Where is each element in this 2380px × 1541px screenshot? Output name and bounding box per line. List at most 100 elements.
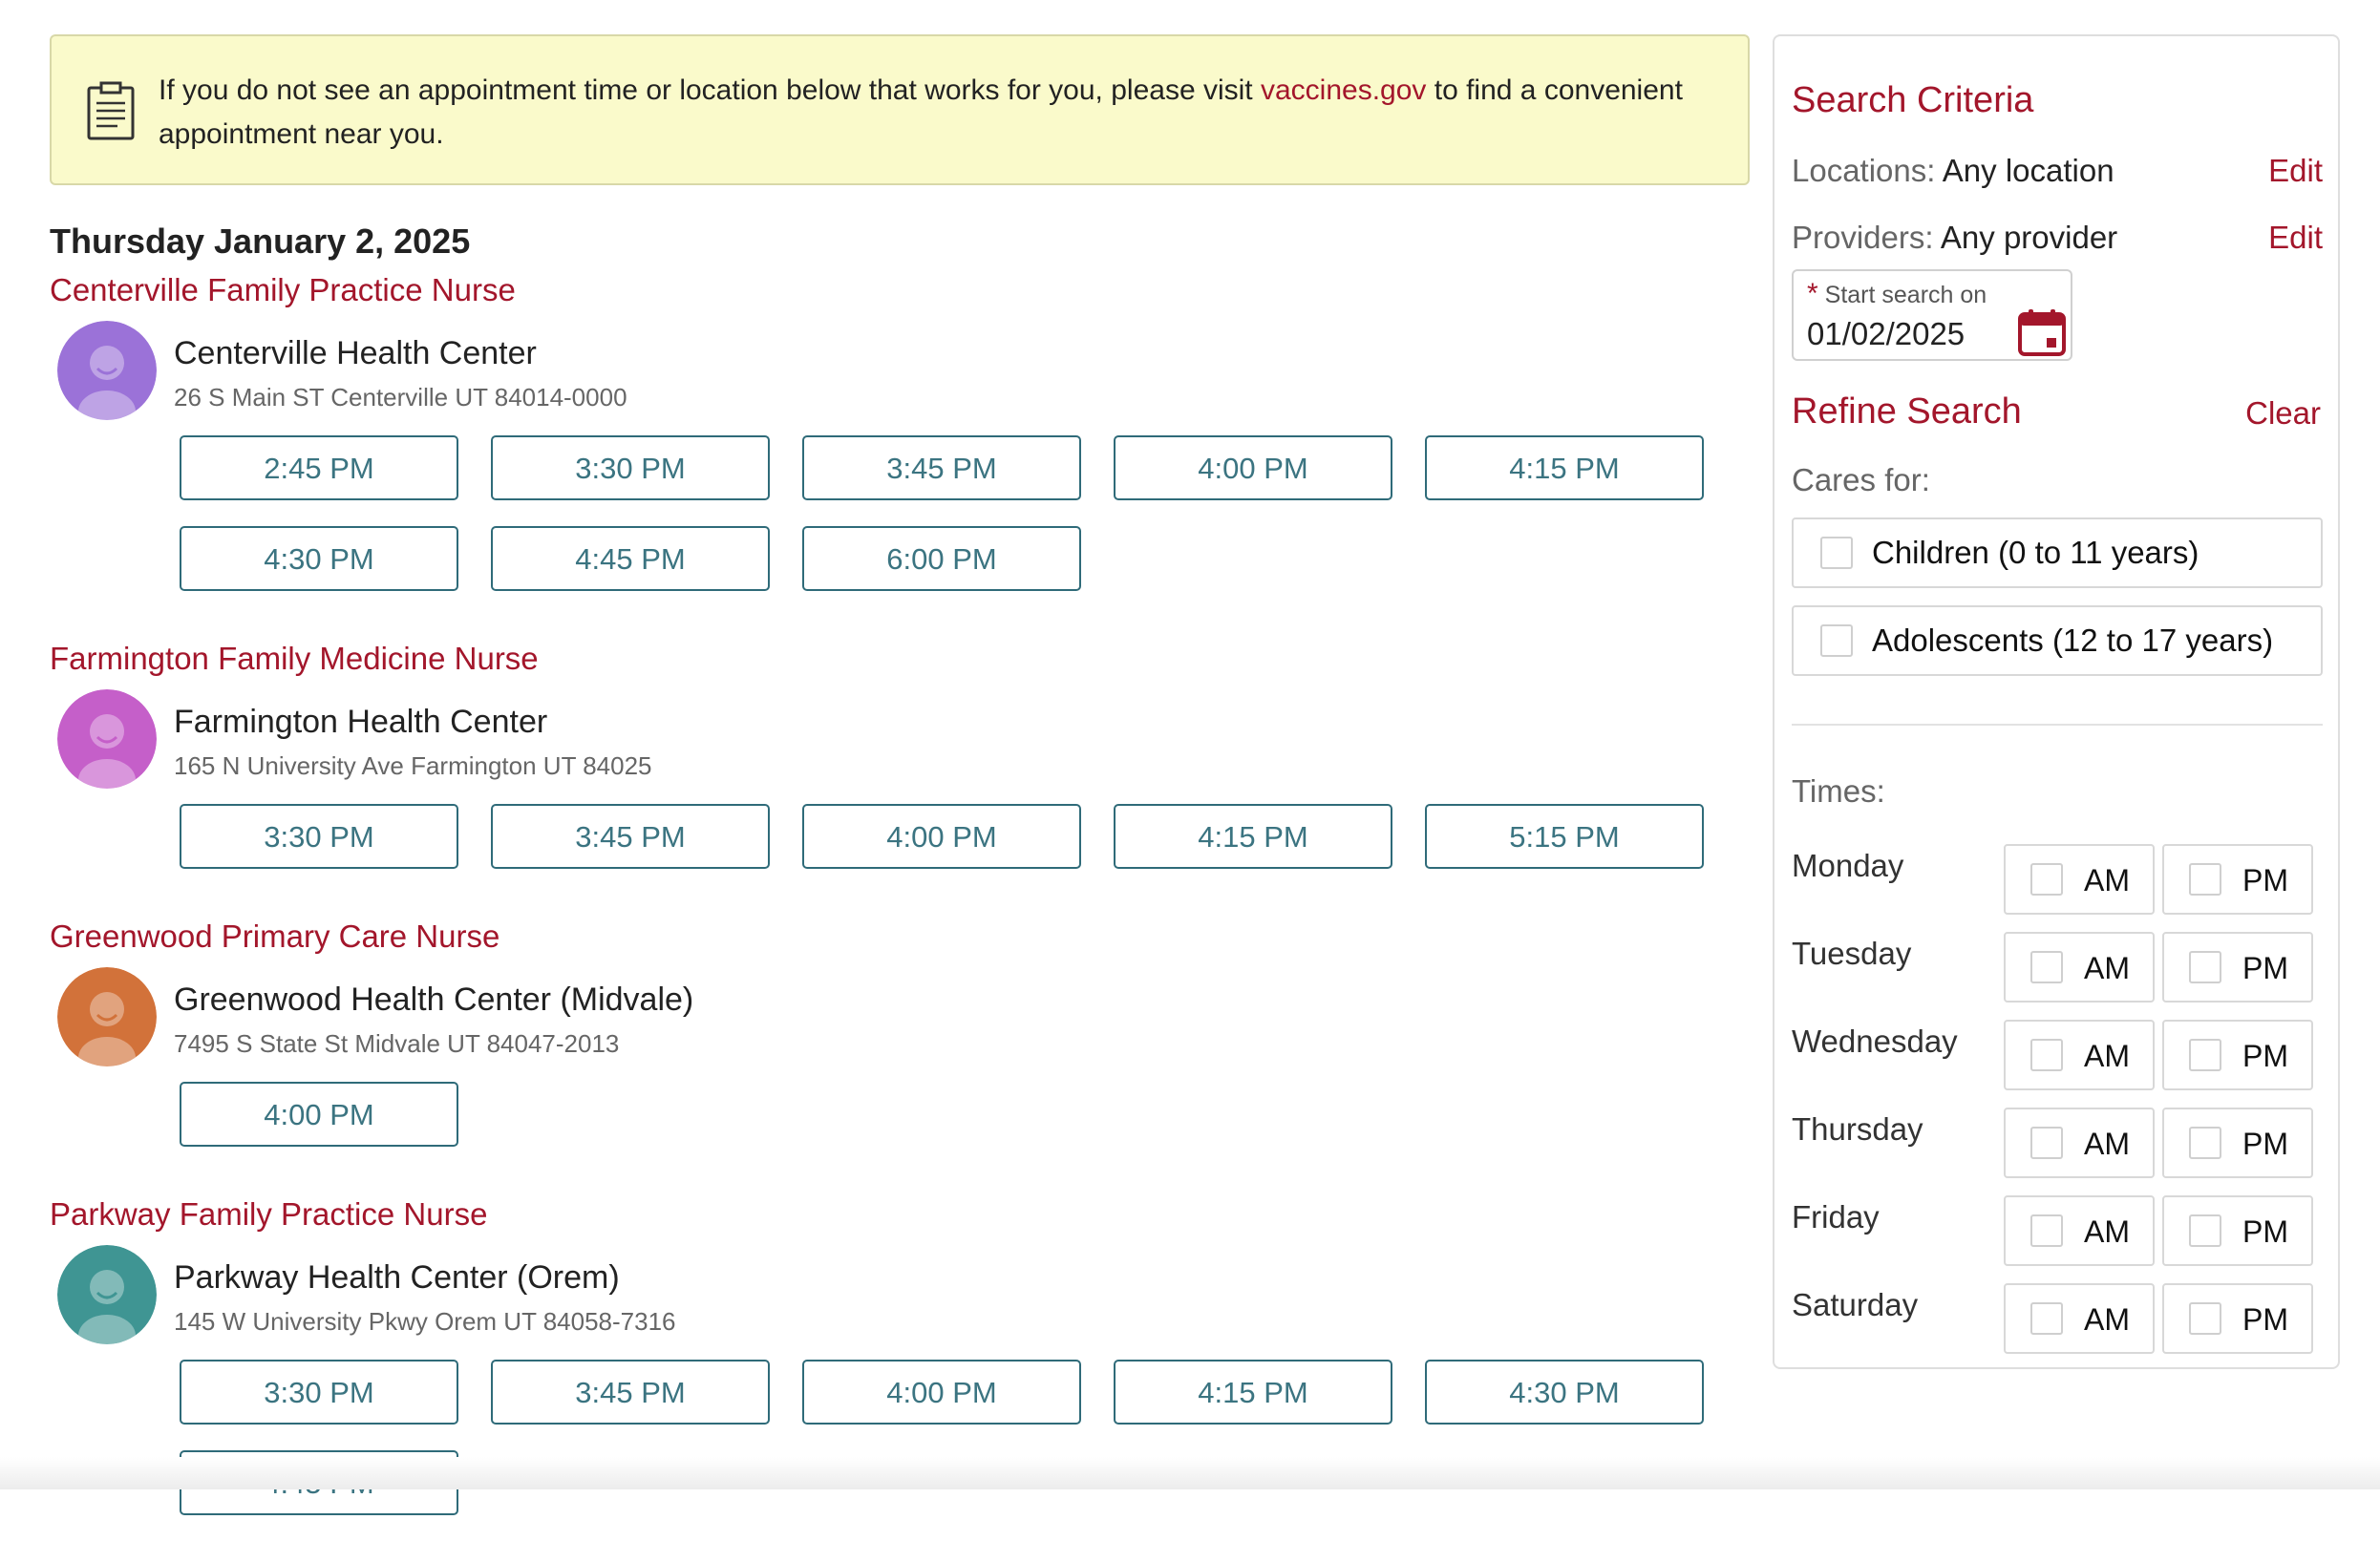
pm-label: PM [2242, 1039, 2288, 1073]
time-slot-button[interactable]: 4:15 PM [1114, 804, 1392, 869]
children-label: Children (0 to 11 years) [1872, 535, 2199, 570]
provider-name[interactable]: Greenwood Primary Care Nurse [50, 914, 1759, 960]
appointment-list: Thursday January 2, 2025 Centerville Fam… [50, 216, 1759, 1541]
time-slot-button[interactable]: 4:00 PM [802, 1360, 1081, 1425]
provider-block: Farmington Family Medicine Nurse Farmingt… [50, 617, 1759, 895]
saturday-am-checkbox[interactable] [2030, 1302, 2063, 1335]
provider-name[interactable]: Centerville Family Practice Nurse [50, 267, 1759, 313]
tuesday-pm-toggle[interactable]: PM [2162, 932, 2313, 1003]
location-name: Centerville Health Center [174, 335, 537, 371]
provider-block: Centerville Family Practice Nurse Centerv… [50, 267, 1759, 617]
time-slot-button[interactable]: 5:15 PM [1425, 804, 1704, 869]
time-slots: 3:30 PM3:45 PM4:00 PM4:15 PM4:30 PM4:45 … [180, 1360, 1765, 1541]
location-address: 145 W University Pkwy Orem UT 84058-7316 [174, 1307, 676, 1336]
am-label: AM [2084, 1302, 2130, 1337]
start-search-date-value[interactable]: 01/02/2025 [1807, 313, 1965, 355]
time-slot-button[interactable]: 3:30 PM [180, 804, 458, 869]
thursday-am-checkbox[interactable] [2030, 1127, 2063, 1159]
edit-providers-link[interactable]: Edit [2268, 216, 2323, 260]
locations-value: Any location [1942, 153, 2114, 188]
time-slot-button[interactable]: 3:30 PM [180, 1360, 458, 1425]
person-avatar-icon [57, 1245, 157, 1344]
wednesday-am-checkbox[interactable] [2030, 1039, 2063, 1071]
thursday-pm-checkbox[interactable] [2189, 1127, 2221, 1159]
calendar-icon[interactable] [2017, 307, 2067, 357]
location-address: 26 S Main ST Centerville UT 84014-0000 [174, 383, 627, 412]
children-checkbox[interactable] [1820, 537, 1853, 569]
day-label-wednesday: Wednesday [1792, 1024, 1958, 1059]
locations-label: Locations: [1792, 153, 1936, 188]
friday-am-toggle[interactable]: AM [2004, 1195, 2155, 1266]
day-label-friday: Friday [1792, 1199, 1880, 1235]
adolescents-checkbox[interactable] [1820, 624, 1853, 657]
location-name: Parkway Health Center (Orem) [174, 1259, 620, 1296]
tuesday-am-toggle[interactable]: AM [2004, 932, 2155, 1003]
time-slot-button[interactable]: 3:30 PM [491, 435, 770, 500]
time-slot-button[interactable]: 3:45 PM [802, 435, 1081, 500]
location-name: Farmington Health Center [174, 704, 548, 740]
location-row: Greenwood Health Center (Midvale) 7495 S … [50, 960, 1759, 1082]
time-slot-button[interactable]: 4:15 PM [1114, 1360, 1392, 1425]
provider-name[interactable]: Farmington Family Medicine Nurse [50, 636, 1759, 682]
search-criteria-title: Search Criteria [1792, 80, 2034, 120]
time-slot-button[interactable]: 2:45 PM [180, 435, 458, 500]
am-label: AM [2084, 1039, 2130, 1073]
adolescents-label: Adolescents (12 to 17 years) [1872, 623, 2274, 658]
times-label: Times: [1792, 773, 1885, 809]
time-slot-button[interactable]: 4:30 PM [180, 526, 458, 591]
search-sidebar: Search Criteria Locations: Any location … [1773, 34, 2340, 1369]
edit-locations-link[interactable]: Edit [2268, 149, 2323, 193]
tuesday-am-checkbox[interactable] [2030, 951, 2063, 983]
friday-am-checkbox[interactable] [2030, 1214, 2063, 1247]
tuesday-pm-checkbox[interactable] [2189, 951, 2221, 983]
monday-am-checkbox[interactable] [2030, 863, 2063, 896]
location-name: Greenwood Health Center (Midvale) [174, 982, 694, 1018]
refine-search-title: Refine Search [1792, 391, 2022, 432]
time-slots: 4:00 PM [180, 1082, 1765, 1172]
pm-label: PM [2242, 863, 2288, 897]
saturday-am-toggle[interactable]: AM [2004, 1283, 2155, 1354]
wednesday-am-toggle[interactable]: AM [2004, 1020, 2155, 1090]
monday-pm-toggle[interactable]: PM [2162, 844, 2313, 915]
time-slot-button[interactable]: 4:00 PM [180, 1082, 458, 1147]
friday-pm-toggle[interactable]: PM [2162, 1195, 2313, 1266]
time-slot-button[interactable]: 4:15 PM [1425, 435, 1704, 500]
care-option-children[interactable]: Children (0 to 11 years) [1792, 517, 2323, 588]
start-search-label-text: Start search on [1824, 282, 1987, 308]
wednesday-pm-toggle[interactable]: PM [2162, 1020, 2313, 1090]
am-label: AM [2084, 863, 2130, 897]
wednesday-pm-checkbox[interactable] [2189, 1039, 2221, 1071]
day-label-saturday: Saturday [1792, 1287, 1919, 1322]
location-row: Centerville Health Center 26 S Main ST Ce… [50, 313, 1759, 435]
thursday-am-toggle[interactable]: AM [2004, 1108, 2155, 1178]
monday-pm-checkbox[interactable] [2189, 863, 2221, 896]
provider-avatar [57, 689, 157, 789]
thursday-pm-toggle[interactable]: PM [2162, 1108, 2313, 1178]
providers-label: Providers: [1792, 220, 1934, 255]
clear-filters-link[interactable]: Clear [2245, 391, 2321, 435]
time-slot-button[interactable]: 4:45 PM [491, 526, 770, 591]
providers-value: Any provider [1940, 220, 2118, 255]
monday-am-toggle[interactable]: AM [2004, 844, 2155, 915]
pm-label: PM [2242, 1302, 2288, 1337]
time-slot-button[interactable]: 3:45 PM [491, 1360, 770, 1425]
saturday-pm-toggle[interactable]: PM [2162, 1283, 2313, 1354]
provider-name[interactable]: Parkway Family Practice Nurse [50, 1192, 1759, 1237]
friday-pm-checkbox[interactable] [2189, 1214, 2221, 1247]
time-slot-button[interactable]: 4:00 PM [802, 804, 1081, 869]
sidebar-divider [1792, 724, 2323, 726]
am-label: AM [2084, 1127, 2130, 1161]
location-row: Parkway Health Center (Orem) 145 W Univer… [50, 1237, 1759, 1360]
time-slot-button[interactable]: 4:00 PM [1114, 435, 1392, 500]
time-slot-button[interactable]: 6:00 PM [802, 526, 1081, 591]
saturday-pm-checkbox[interactable] [2189, 1302, 2221, 1335]
start-search-date-field[interactable]: * Start search on 01/02/2025 [1792, 269, 2072, 361]
providers-criteria: Providers: Any provider Edit [1792, 216, 2323, 260]
vaccines-gov-link[interactable]: vaccines.gov [1261, 74, 1426, 106]
clipboard-icon [87, 81, 135, 140]
care-option-adolescents[interactable]: Adolescents (12 to 17 years) [1792, 605, 2323, 676]
time-slot-button[interactable]: 4:30 PM [1425, 1360, 1704, 1425]
pm-label: PM [2242, 1214, 2288, 1249]
time-slot-button[interactable]: 3:45 PM [491, 804, 770, 869]
